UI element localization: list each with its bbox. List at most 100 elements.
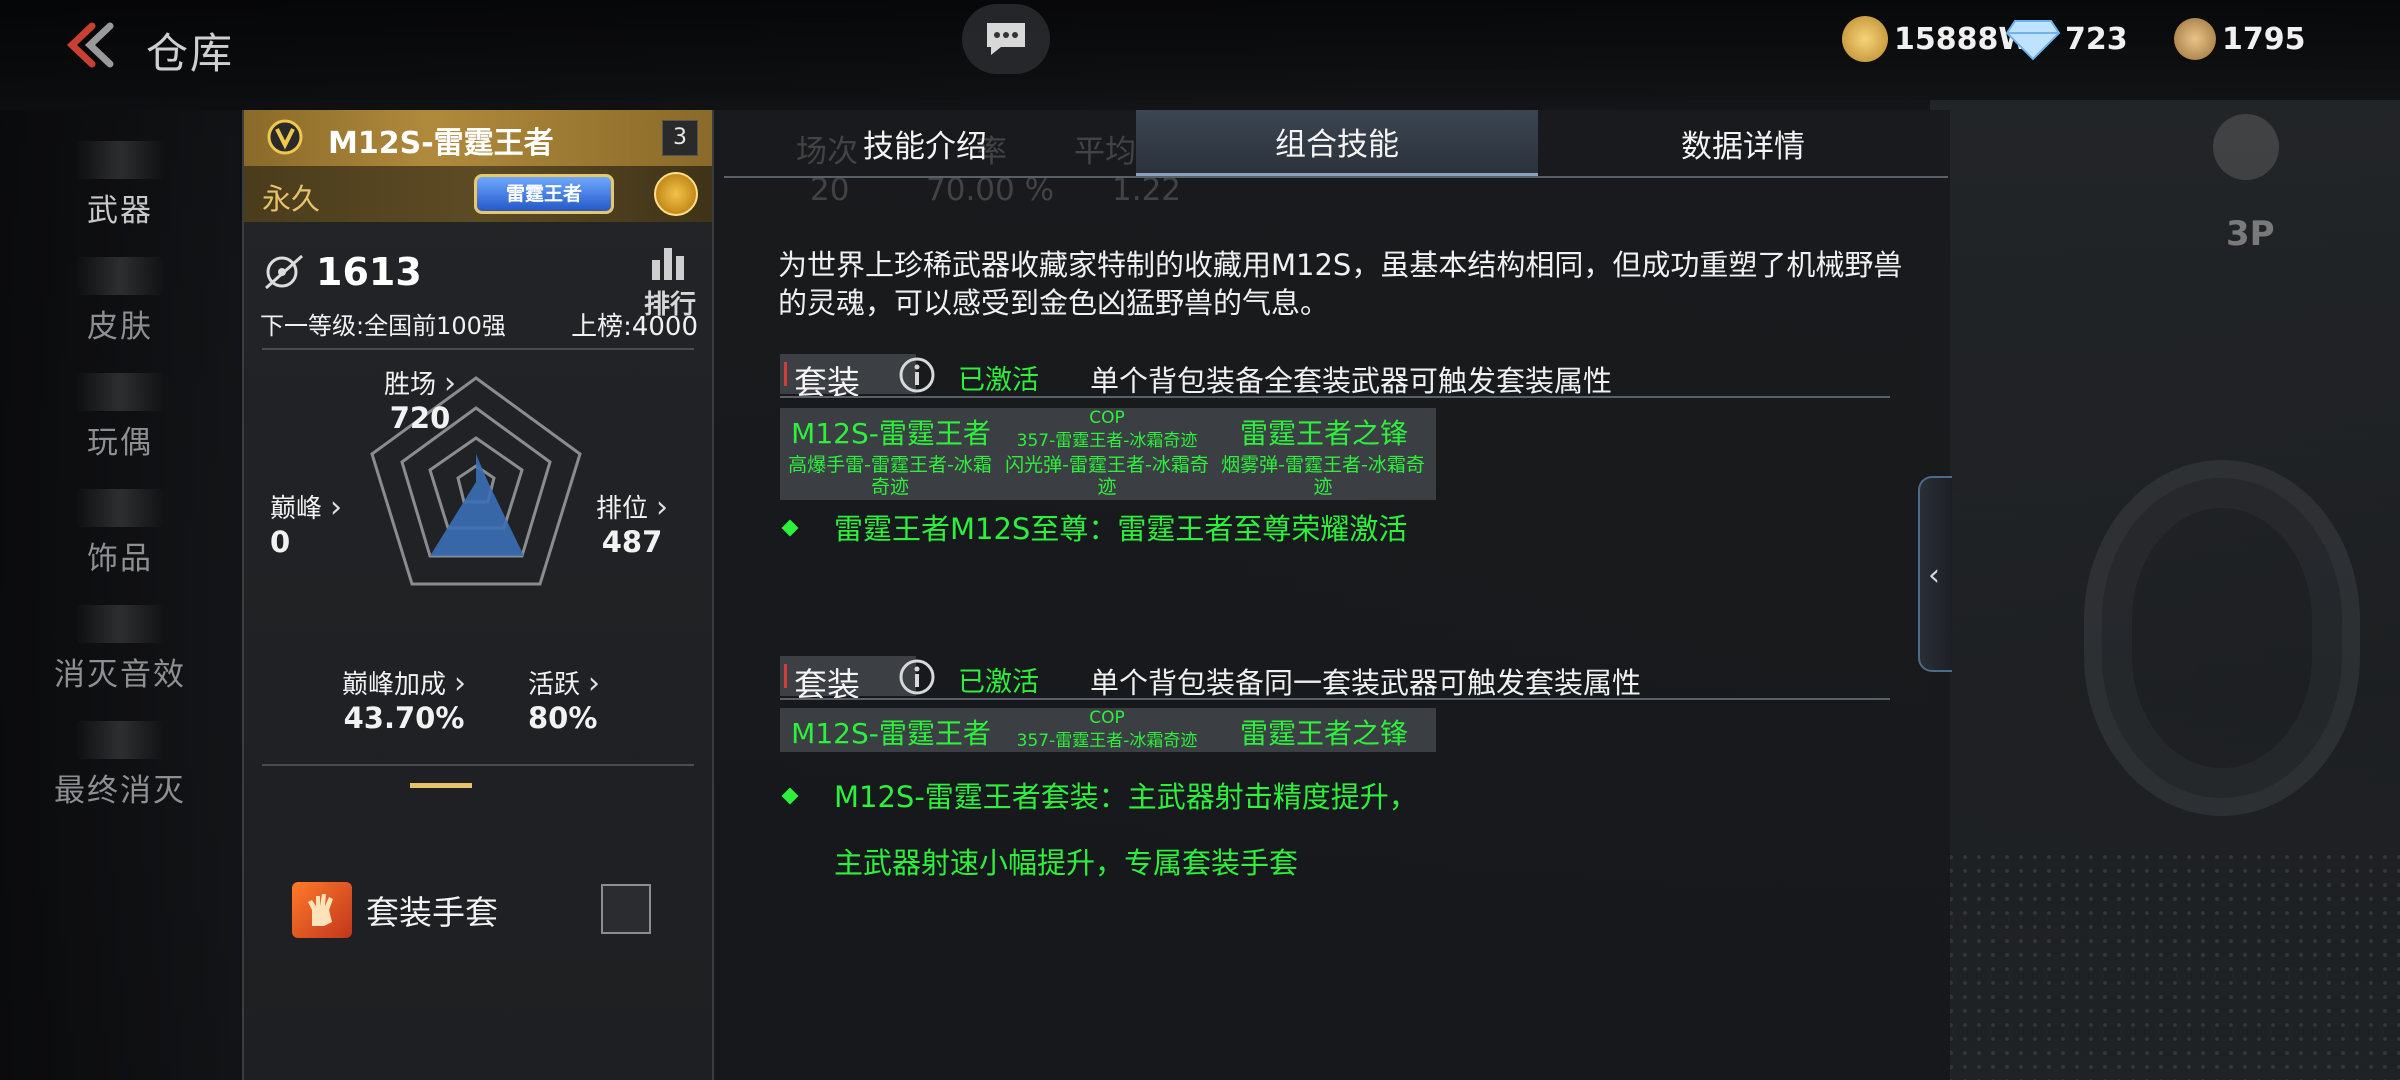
gold-coin-icon	[1842, 16, 1888, 62]
stat-wins-value: 720	[389, 401, 451, 435]
diamond-bullet-icon	[781, 519, 799, 537]
next-level-text: 下一等级:全国前100强	[260, 312, 506, 340]
weapon-name: M12S-雷霆王者	[328, 126, 554, 161]
weapon-header: M12S-雷霆王者 3	[244, 110, 712, 166]
glove-checkbox[interactable]	[601, 884, 651, 934]
suit-divider	[780, 396, 1890, 398]
suit-items-2: M12S-雷霆王者 COP 357-雷霆王者-冰霜奇迹 雷霆王者之锋	[780, 708, 1436, 752]
tab-skill-intro-label: 技能介绍	[863, 128, 987, 165]
stat-peak-label: 巅峰	[270, 494, 323, 524]
final-kill-silhouette-icon	[75, 721, 165, 759]
suit-tag-marker	[784, 362, 787, 386]
diamond-currency[interactable]: 723	[2005, 14, 2128, 64]
suit-effect-text: 雷霆王者M12S至尊：雷霆王者至尊荣耀激活	[834, 512, 1408, 546]
vip-rank-icon	[267, 119, 303, 155]
skin-silhouette-icon	[75, 257, 165, 295]
honor-currency[interactable]: 1795	[2174, 14, 2306, 64]
tab-data-details[interactable]: 数据详情	[1538, 110, 1948, 176]
suit-rule: 单个背包装备同一套装武器可触发套装属性	[1090, 666, 1642, 700]
page-title: 仓库	[146, 29, 235, 78]
suit-item: 雷霆王者之锋	[1239, 417, 1408, 450]
sidebar-item-kill-sound[interactable]: 消灭音效	[0, 594, 240, 694]
weapon-description: 为世界上珍稀武器收藏家特制的收藏用M12S，虽基本结构相同，但成功重塑了机械野兽…	[778, 248, 1903, 320]
glove-label: 套装手套	[366, 893, 498, 932]
background-target	[2084, 460, 2360, 816]
suit-item: 烟雾弹-雷霆王者-冰霜奇迹	[1221, 454, 1425, 498]
tab-underline	[724, 176, 1948, 178]
back-arrow-icon[interactable]	[58, 20, 118, 70]
leaderboard-icon	[652, 248, 684, 280]
diamond-bullet-icon	[781, 787, 799, 805]
page-indicator	[410, 783, 472, 788]
category-sidebar: 武器 皮肤 玩偶 饰品 消灭音效 最终消灭	[0, 110, 240, 1080]
chevron-right-icon: ›	[330, 490, 343, 525]
suit-item: 闪光弹-雷霆王者-冰霜奇迹	[1005, 454, 1209, 498]
stat-active-value: 80%	[528, 701, 598, 735]
tab-combo-skills-label: 组合技能	[1275, 127, 1399, 163]
stat-active[interactable]: 活跃 › 80%	[528, 664, 600, 735]
honor-value: 1795	[2222, 21, 2306, 57]
suit-header-1: 套装 已激活 单个背包装备全套装武器可触发套装属性	[780, 354, 1890, 402]
diamond-icon	[2005, 20, 2061, 61]
stat-wins-label: 胜场	[384, 370, 437, 400]
chevron-right-icon: ›	[588, 666, 601, 701]
gold-currency[interactable]: 15888W	[1842, 14, 2031, 64]
stat-rank-value: 487	[601, 525, 663, 559]
tab-skill-intro[interactable]: 技能介绍	[724, 110, 1126, 176]
sidebar-item-skins[interactable]: 皮肤	[0, 246, 240, 346]
chevron-right-icon: ›	[656, 490, 669, 525]
sidebar-item-weapons[interactable]: 武器	[0, 130, 240, 230]
suit-status: 已激活	[958, 667, 1039, 698]
suit-item: M12S-雷霆王者	[791, 417, 991, 450]
suit-item-cop: COP	[1089, 408, 1125, 428]
weapon-level-badge: 3	[662, 120, 698, 156]
sidebar-item-accessories[interactable]: 饰品	[0, 478, 240, 578]
top-bar: 仓库 15888W 723 1795	[0, 0, 2400, 100]
stat-peak-value: 0	[270, 525, 291, 559]
leaderboard-threshold: 上榜:4000	[571, 312, 698, 342]
suit-items-1: M12S-雷霆王者 COP 357-雷霆王者-冰霜奇迹 雷霆王者之锋 高爆手雷-…	[780, 408, 1436, 500]
doll-silhouette-icon	[75, 373, 165, 411]
stat-peak[interactable]: 巅峰 › 0	[270, 488, 342, 559]
suit-effect-2: M12S-雷霆王者套装：主武器射击精度提升，主武器射速小幅提升，专属套装手套	[781, 764, 1424, 896]
suit-divider	[780, 698, 1890, 700]
medal-icon[interactable]	[654, 172, 698, 216]
suit-item: M12S-雷霆王者	[791, 717, 991, 750]
sidebar-item-final-kill[interactable]: 最终消灭	[0, 710, 240, 810]
kill-count: 1613	[262, 250, 422, 294]
suit-tag-marker	[784, 664, 787, 688]
chat-button[interactable]	[962, 4, 1050, 74]
stat-active-label: 活跃	[528, 670, 581, 700]
glove-icon	[292, 882, 352, 938]
duration-label: 永久	[262, 182, 321, 216]
weapon-card: M12S-雷霆王者 3 永久 雷霆王者 1613 排行 下一等级:全国前100强…	[242, 110, 712, 1080]
view-mode-toggle[interactable]: 3P	[2226, 214, 2275, 254]
info-icon[interactable]	[898, 658, 936, 696]
suit-item: 雷霆王者之锋	[1239, 717, 1408, 750]
info-icon[interactable]	[898, 356, 936, 394]
sound-silhouette-icon	[75, 605, 165, 643]
sidebar-item-dolls[interactable]: 玩偶	[0, 362, 240, 462]
suit-glove-row: 套装手套	[292, 882, 498, 938]
weapon-subheader: 永久 雷霆王者	[244, 166, 712, 222]
weapon-silhouette-icon	[75, 141, 165, 179]
tab-combo-skills[interactable]: 组合技能	[1136, 110, 1538, 176]
card-divider	[262, 764, 694, 766]
collapse-panel-handle[interactable]: ‹	[1918, 476, 1952, 672]
accessory-silhouette-icon	[75, 489, 165, 527]
stat-peak-bonus[interactable]: 巅峰加成 › 43.70%	[342, 664, 466, 735]
suit-item: 357-雷霆王者-冰霜奇迹	[1016, 431, 1198, 451]
rotate-view-button[interactable]	[2213, 114, 2279, 180]
suit-status: 已激活	[958, 365, 1039, 396]
suit-effect-1: 雷霆王者M12S至尊：雷霆王者至尊荣耀激活	[781, 496, 1424, 628]
stat-wins[interactable]: 胜场 › 720	[384, 364, 456, 435]
card-divider	[262, 348, 694, 350]
stat-rank[interactable]: 排位 › 487	[596, 488, 668, 559]
kill-count-value: 1613	[316, 250, 422, 294]
tab-data-details-label: 数据详情	[1681, 128, 1805, 165]
chevron-right-icon: ›	[444, 366, 457, 401]
suit-header-2: 套装 已激活 单个背包装备同一套装武器可触发套装属性	[780, 656, 1890, 704]
suit-item: 357-雷霆王者-冰霜奇迹	[1016, 731, 1198, 751]
stat-peak-bonus-value: 43.70%	[343, 701, 465, 735]
background-floor	[1930, 850, 2400, 1080]
